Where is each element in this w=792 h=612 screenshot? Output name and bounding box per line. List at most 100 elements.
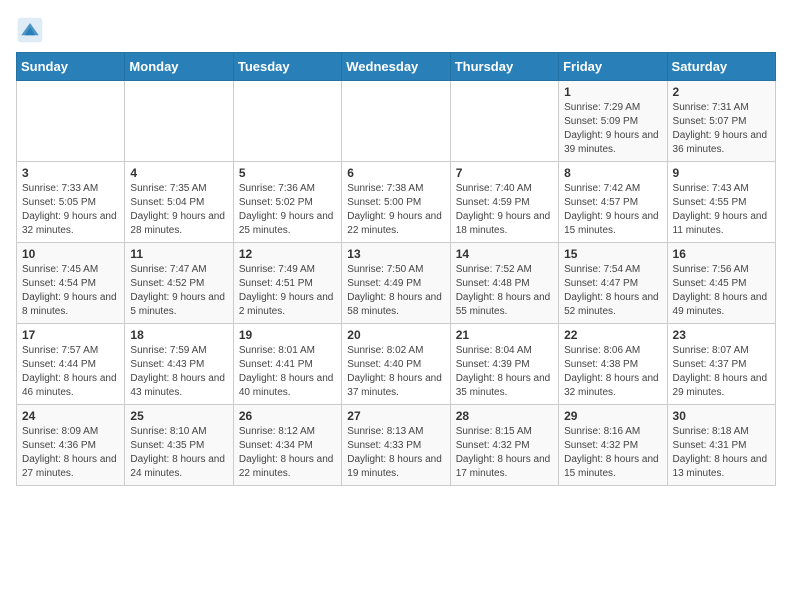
calendar-table: SundayMondayTuesdayWednesdayThursdayFrid… [16,52,776,486]
calendar-cell [125,81,233,162]
day-number: 21 [456,328,553,342]
day-number: 2 [673,85,770,99]
day-number: 18 [130,328,227,342]
weekday-header: Sunday [17,53,125,81]
day-number: 30 [673,409,770,423]
day-number: 27 [347,409,444,423]
calendar-cell [233,81,341,162]
calendar-cell: 27 Sunrise: 8:13 AM Sunset: 4:33 PM Dayli… [342,405,450,486]
day-number: 10 [22,247,119,261]
calendar-cell: 11 Sunrise: 7:47 AM Sunset: 4:52 PM Dayli… [125,243,233,324]
calendar-cell: 8 Sunrise: 7:42 AM Sunset: 4:57 PM Daylig… [559,162,667,243]
day-info: Sunrise: 8:12 AM Sunset: 4:34 PM Dayligh… [239,425,336,481]
day-number: 3 [22,166,119,180]
calendar-cell: 15Sunrise: 7:54 AM Sunset: 4:47 PM Dayli… [559,243,667,324]
day-info: Sunrise: 8:01 AM Sunset: 4:41 PM Dayligh… [239,344,336,400]
header-row: SundayMondayTuesdayWednesdayThursdayFrid… [17,53,776,81]
day-info: Sunrise: 7:42 AM Sunset: 4:57 PM Dayligh… [564,182,661,238]
day-info: Sunrise: 8:06 AM Sunset: 4:38 PM Dayligh… [564,344,661,400]
day-info: Sunrise: 7:59 AM Sunset: 4:43 PM Dayligh… [130,344,227,400]
day-info: Sunrise: 8:15 AM Sunset: 4:32 PM Dayligh… [456,425,553,481]
day-number: 9 [673,166,770,180]
calendar-cell: 2 Sunrise: 7:31 AM Sunset: 5:07 PM Daylig… [667,81,775,162]
day-info: Sunrise: 7:33 AM Sunset: 5:05 PM Dayligh… [22,182,119,238]
calendar-cell: 23Sunrise: 8:07 AM Sunset: 4:37 PM Dayli… [667,324,775,405]
weekday-header: Wednesday [342,53,450,81]
weekday-header: Saturday [667,53,775,81]
calendar-cell: 10 Sunrise: 7:45 AM Sunset: 4:54 PM Dayli… [17,243,125,324]
day-number: 7 [456,166,553,180]
day-number: 5 [239,166,336,180]
calendar-cell: 12 Sunrise: 7:49 AM Sunset: 4:51 PM Dayli… [233,243,341,324]
day-info: Sunrise: 8:18 AM Sunset: 4:31 PM Dayligh… [673,425,770,481]
calendar-cell: 29 Sunrise: 8:16 AM Sunset: 4:32 PM Dayli… [559,405,667,486]
page-header [16,16,776,44]
calendar-cell: 13 Sunrise: 7:50 AM Sunset: 4:49 PM Dayli… [342,243,450,324]
day-number: 13 [347,247,444,261]
day-number: 12 [239,247,336,261]
weekday-header: Monday [125,53,233,81]
calendar-cell: 17 Sunrise: 7:57 AM Sunset: 4:44 PM Dayli… [17,324,125,405]
day-info: Sunrise: 8:16 AM Sunset: 4:32 PM Dayligh… [564,425,661,481]
day-info: Sunrise: 7:29 AM Sunset: 5:09 PM Dayligh… [564,101,661,157]
day-info: Sunrise: 7:50 AM Sunset: 4:49 PM Dayligh… [347,263,444,319]
calendar-cell: 19 Sunrise: 8:01 AM Sunset: 4:41 PM Dayli… [233,324,341,405]
calendar-cell: 6Sunrise: 7:38 AM Sunset: 5:00 PM Daylig… [342,162,450,243]
day-number: 11 [130,247,227,261]
day-info: Sunrise: 8:04 AM Sunset: 4:39 PM Dayligh… [456,344,553,400]
calendar-cell: 1 Sunrise: 7:29 AM Sunset: 5:09 PM Daylig… [559,81,667,162]
calendar-cell [17,81,125,162]
calendar-cell: 9 Sunrise: 7:43 AM Sunset: 4:55 PM Daylig… [667,162,775,243]
day-info: Sunrise: 7:40 AM Sunset: 4:59 PM Dayligh… [456,182,553,238]
calendar-cell: 5 Sunrise: 7:36 AM Sunset: 5:02 PM Daylig… [233,162,341,243]
day-number: 28 [456,409,553,423]
calendar-cell: 4Sunrise: 7:35 AM Sunset: 5:04 PM Daylig… [125,162,233,243]
calendar-cell: 18 Sunrise: 7:59 AM Sunset: 4:43 PM Dayli… [125,324,233,405]
weekday-header: Friday [559,53,667,81]
day-info: Sunrise: 8:09 AM Sunset: 4:36 PM Dayligh… [22,425,119,481]
calendar-week-row: 1 Sunrise: 7:29 AM Sunset: 5:09 PM Daylig… [17,81,776,162]
calendar-week-row: 17 Sunrise: 7:57 AM Sunset: 4:44 PM Dayli… [17,324,776,405]
calendar-cell: 20 Sunrise: 8:02 AM Sunset: 4:40 PM Dayli… [342,324,450,405]
day-number: 14 [456,247,553,261]
day-info: Sunrise: 7:57 AM Sunset: 4:44 PM Dayligh… [22,344,119,400]
day-info: Sunrise: 7:45 AM Sunset: 4:54 PM Dayligh… [22,263,119,319]
day-info: Sunrise: 7:54 AM Sunset: 4:47 PM Dayligh… [564,263,661,319]
day-number: 16 [673,247,770,261]
calendar-cell: 14 Sunrise: 7:52 AM Sunset: 4:48 PM Dayli… [450,243,558,324]
calendar-cell [450,81,558,162]
calendar-cell: 16Sunrise: 7:56 AM Sunset: 4:45 PM Dayli… [667,243,775,324]
day-info: Sunrise: 7:36 AM Sunset: 5:02 PM Dayligh… [239,182,336,238]
day-number: 22 [564,328,661,342]
calendar-cell: 30 Sunrise: 8:18 AM Sunset: 4:31 PM Dayli… [667,405,775,486]
day-info: Sunrise: 8:13 AM Sunset: 4:33 PM Dayligh… [347,425,444,481]
day-info: Sunrise: 7:35 AM Sunset: 5:04 PM Dayligh… [130,182,227,238]
day-info: Sunrise: 7:31 AM Sunset: 5:07 PM Dayligh… [673,101,770,157]
calendar-cell: 28 Sunrise: 8:15 AM Sunset: 4:32 PM Dayli… [450,405,558,486]
calendar-week-row: 3 Sunrise: 7:33 AM Sunset: 5:05 PM Daylig… [17,162,776,243]
day-number: 24 [22,409,119,423]
day-number: 25 [130,409,227,423]
calendar-cell: 21 Sunrise: 8:04 AM Sunset: 4:39 PM Dayli… [450,324,558,405]
day-info: Sunrise: 7:43 AM Sunset: 4:55 PM Dayligh… [673,182,770,238]
day-number: 20 [347,328,444,342]
day-number: 1 [564,85,661,99]
calendar-cell: 3 Sunrise: 7:33 AM Sunset: 5:05 PM Daylig… [17,162,125,243]
weekday-header: Tuesday [233,53,341,81]
calendar-week-row: 10 Sunrise: 7:45 AM Sunset: 4:54 PM Dayli… [17,243,776,324]
day-number: 19 [239,328,336,342]
day-info: Sunrise: 7:52 AM Sunset: 4:48 PM Dayligh… [456,263,553,319]
day-info: Sunrise: 7:49 AM Sunset: 4:51 PM Dayligh… [239,263,336,319]
calendar-cell: 22 Sunrise: 8:06 AM Sunset: 4:38 PM Dayli… [559,324,667,405]
day-info: Sunrise: 8:07 AM Sunset: 4:37 PM Dayligh… [673,344,770,400]
weekday-header: Thursday [450,53,558,81]
day-number: 8 [564,166,661,180]
day-info: Sunrise: 8:10 AM Sunset: 4:35 PM Dayligh… [130,425,227,481]
day-number: 17 [22,328,119,342]
day-number: 29 [564,409,661,423]
calendar-cell: 25 Sunrise: 8:10 AM Sunset: 4:35 PM Dayli… [125,405,233,486]
day-number: 26 [239,409,336,423]
day-info: Sunrise: 8:02 AM Sunset: 4:40 PM Dayligh… [347,344,444,400]
calendar-cell: 24 Sunrise: 8:09 AM Sunset: 4:36 PM Dayli… [17,405,125,486]
day-info: Sunrise: 7:47 AM Sunset: 4:52 PM Dayligh… [130,263,227,319]
